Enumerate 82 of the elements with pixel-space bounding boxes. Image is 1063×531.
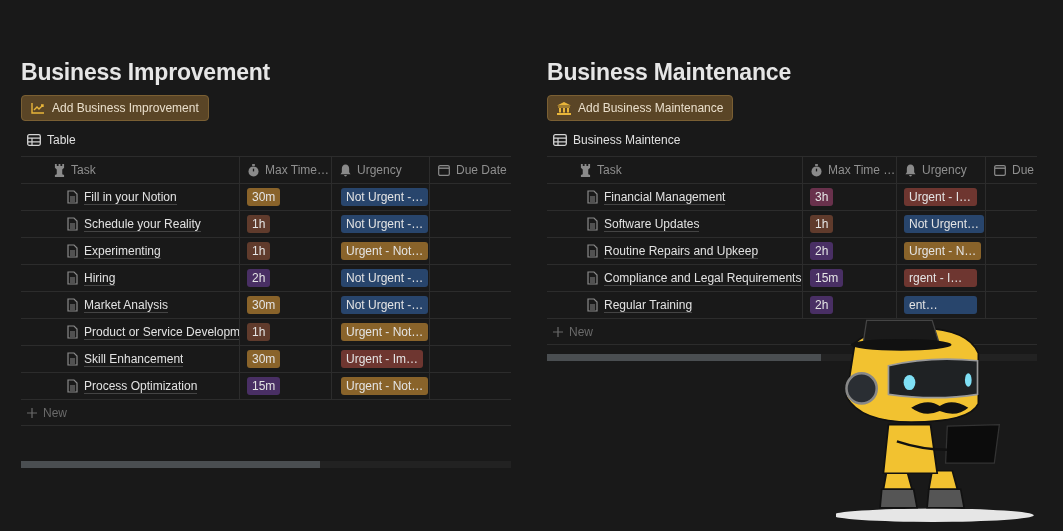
plus-icon xyxy=(27,407,37,418)
task-link[interactable]: Skill Enhancement xyxy=(84,351,184,367)
page-icon xyxy=(587,271,598,285)
page-icon xyxy=(67,352,78,366)
time-tag: 2h xyxy=(810,296,834,314)
urgency-tag: Urgent - Im… xyxy=(341,350,423,368)
page-icon xyxy=(67,325,78,339)
task-link[interactable]: Process Optimization xyxy=(84,378,198,394)
time-tag: 1h xyxy=(247,242,271,260)
page-icon xyxy=(67,271,78,285)
urgency-tag: Urgent - I… xyxy=(904,188,977,206)
time-tag: 30m xyxy=(247,350,281,368)
column-header[interactable]: Due Date xyxy=(430,157,511,183)
rook-icon xyxy=(54,163,65,177)
time-tag: 2h xyxy=(810,242,834,260)
add-button[interactable]: Add Business Improvement xyxy=(21,95,209,121)
column-header[interactable]: Urgency xyxy=(332,157,430,183)
urgency-tag: Urgent - N… xyxy=(904,242,982,260)
bell-icon xyxy=(905,163,916,177)
urgency-tag: Urgent - Not… xyxy=(341,377,429,395)
task-link[interactable]: Compliance and Legal Requirements xyxy=(604,270,802,286)
task-link[interactable]: Experimenting xyxy=(84,243,161,259)
page-icon xyxy=(587,298,598,312)
urgency-tag: Not Urgent -… xyxy=(341,296,429,314)
task-link[interactable]: Financial Management xyxy=(604,189,726,205)
chart-icon xyxy=(31,102,45,114)
task-link[interactable]: Schedule your Reality xyxy=(84,216,201,232)
time-tag: 1h xyxy=(247,323,271,341)
urgency-tag: ent… xyxy=(904,296,977,314)
bank-icon xyxy=(557,101,571,115)
task-link[interactable]: Regular Training xyxy=(604,297,693,313)
time-tag: 1h xyxy=(810,215,834,233)
task-link[interactable]: Routine Repairs and Upkeep xyxy=(604,243,759,259)
urgency-tag: Not Urgent -… xyxy=(341,188,429,206)
stopwatch-icon xyxy=(811,163,822,177)
column-header[interactable]: Max Time … xyxy=(803,157,897,183)
page-icon xyxy=(67,190,78,204)
column-header[interactable]: Max Time… xyxy=(240,157,332,183)
task-link[interactable]: Product or Service Developm xyxy=(84,324,239,340)
add-button[interactable]: Add Business Maintenance xyxy=(547,95,734,121)
urgency-tag: rgent - I… xyxy=(904,269,977,287)
section-title: Business Improvement xyxy=(21,58,272,87)
task-link[interactable]: Hiring xyxy=(84,270,116,286)
page-icon xyxy=(67,217,78,231)
page-icon xyxy=(67,298,78,312)
section-title: Business Maintenance xyxy=(547,58,792,87)
scrollbar-thumb[interactable] xyxy=(21,461,320,468)
urgency-tag: Not Urgent -… xyxy=(341,215,429,233)
calendar-icon xyxy=(994,164,1006,176)
plus-icon xyxy=(553,326,563,337)
column-header[interactable]: Urgency xyxy=(897,157,986,183)
time-tag: 30m xyxy=(247,188,281,206)
view-tab[interactable]: Table xyxy=(47,133,76,147)
column-header[interactable]: Task xyxy=(547,157,803,183)
time-tag: 15m xyxy=(247,377,281,395)
view-tab[interactable]: Business Maintence xyxy=(573,133,681,147)
page-icon xyxy=(587,190,598,204)
stopwatch-icon xyxy=(248,163,259,177)
task-link[interactable]: Software Updates xyxy=(604,216,700,232)
urgency-tag: Not Urgent… xyxy=(904,215,985,233)
urgency-tag: Not Urgent -… xyxy=(341,269,429,287)
page-icon xyxy=(587,217,598,231)
page-icon xyxy=(587,244,598,258)
rook-icon xyxy=(580,163,591,177)
bell-icon xyxy=(340,163,351,177)
column-header[interactable]: Due xyxy=(986,157,1037,183)
time-tag: 15m xyxy=(810,269,844,287)
page-icon xyxy=(67,244,78,258)
scrollbar-thumb[interactable] xyxy=(547,354,822,361)
task-link[interactable]: Fill in your Notion xyxy=(84,189,177,205)
time-tag: 1h xyxy=(247,215,271,233)
urgency-tag: Urgent - Not… xyxy=(341,242,429,260)
page-icon xyxy=(67,379,78,393)
urgency-tag: Urgent - Not… xyxy=(341,323,429,341)
time-tag: 30m xyxy=(247,296,281,314)
task-link[interactable]: Market Analysis xyxy=(84,297,169,313)
calendar-icon xyxy=(438,164,450,176)
column-header[interactable]: Task xyxy=(21,157,240,183)
time-tag: 2h xyxy=(247,269,271,287)
table-icon xyxy=(553,134,567,146)
table-icon xyxy=(27,134,41,146)
time-tag: 3h xyxy=(810,188,834,206)
